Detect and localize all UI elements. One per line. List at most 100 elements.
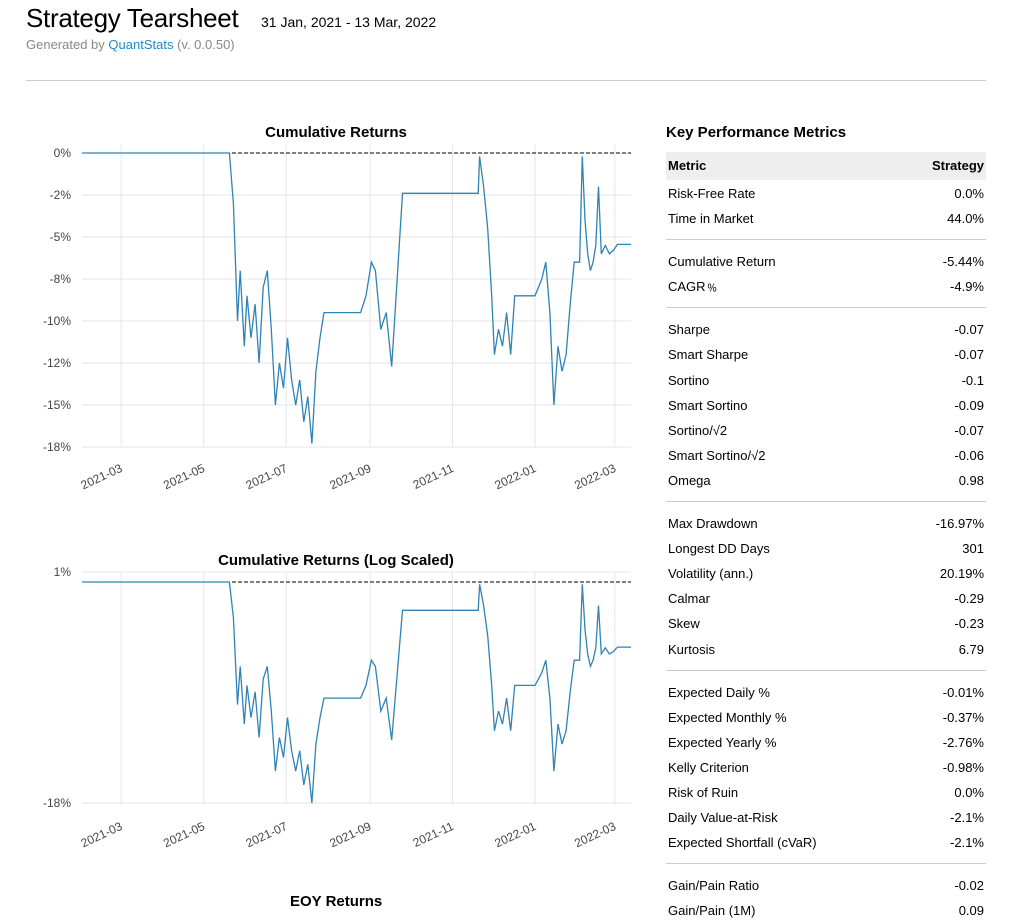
metric-row: Gain/Pain Ratio -0.02 [666, 873, 986, 898]
y-tick-label: -15% [43, 398, 71, 412]
metric-value: -0.06 [954, 447, 984, 463]
x-tick-label: 2022-01 [492, 461, 538, 492]
metric-value: -2.1% [950, 835, 984, 851]
x-tick-label: 2021-03 [79, 819, 125, 850]
metric-label: Gain/Pain Ratio [668, 878, 760, 894]
metric-label: Sharpe [668, 322, 710, 338]
series-line-returns-log [82, 581, 631, 804]
metric-label: Sortino [668, 372, 710, 388]
metric-value: -0.07 [954, 322, 984, 338]
metric-value: -0.98% [942, 759, 984, 775]
metric-row: Expected Monthly % -0.37% [666, 705, 986, 730]
metric-label: Cumulative Return [668, 254, 776, 270]
metric-label: Smart Sortino [668, 397, 748, 413]
metric-row: Expected Shortfall (cVaR) -2.1% [666, 830, 986, 855]
header-divider [26, 80, 986, 81]
metric-row: Time in Market 44.0% [666, 206, 986, 231]
metric-label: Max Drawdown [668, 516, 758, 532]
metric-row: CAGR﹪ -4.9% [666, 274, 986, 299]
y-tick-label: -18% [43, 796, 71, 810]
metric-label: CAGR﹪ [668, 279, 719, 295]
metric-row: Expected Yearly % -2.76% [666, 730, 986, 755]
strategy-column-header: Strategy [931, 158, 984, 173]
metric-column-header: Metric [668, 158, 707, 173]
x-tick-label: 2021-05 [161, 819, 207, 850]
metric-row: Sortino/√2 -0.07 [666, 418, 986, 443]
metric-value: 0.98 [958, 472, 984, 488]
metric-value: -2.1% [950, 810, 984, 826]
metrics-body: Risk-Free Rate 0.0% Time in Market 44.0% Cum… [666, 180, 986, 923]
y-tick-label: -18% [43, 440, 71, 454]
metric-value: -5.44% [942, 254, 984, 270]
x-tick-label: 2022-03 [572, 461, 618, 492]
metric-value: 0.0% [954, 186, 984, 201]
metric-label: Skew [668, 616, 700, 632]
metric-value: -16.97% [935, 516, 984, 532]
metric-row: Gain/Pain (1M) 0.09 [666, 898, 986, 923]
x-tick-label: 2021-05 [161, 461, 207, 492]
y-tick-label: 1% [54, 565, 72, 579]
y-tick-label: -12% [43, 356, 71, 370]
metric-row: Calmar -0.29 [666, 586, 986, 611]
metric-row: Risk-Free Rate 0.0% [666, 181, 986, 206]
metric-value: -0.29 [954, 591, 984, 607]
series-line-returns [82, 152, 631, 444]
metrics-group-divider [666, 863, 986, 865]
metric-row: Daily Value-at-Risk -2.1% [666, 805, 986, 830]
quantstats-link[interactable]: QuantStats [108, 37, 173, 52]
metric-label: Kelly Criterion [668, 759, 749, 775]
x-tick-label: 2021-11 [411, 819, 456, 850]
metric-row: Smart Sharpe -0.07 [666, 342, 986, 367]
metric-row: Smart Sortino -0.09 [666, 393, 986, 418]
metric-value: -0.23 [954, 616, 984, 632]
metric-row: Expected Daily % -0.01% [666, 680, 986, 705]
metric-value: 6.79 [958, 641, 984, 657]
x-tick-label: 2021-03 [79, 461, 125, 492]
metric-row: Smart Sortino/√2 -0.06 [666, 443, 986, 468]
metric-label: Risk-Free Rate [668, 186, 756, 201]
metric-value: -2.76% [942, 734, 984, 750]
x-tick-label: 2022-03 [572, 819, 618, 850]
metrics-group-divider [666, 501, 986, 503]
metric-value: -0.37% [942, 709, 984, 725]
metric-label: Daily Value-at-Risk [668, 810, 778, 826]
key-metrics-panel: Key Performance Metrics Metric Strategy … [666, 120, 986, 923]
metric-row: Cumulative Return -5.44% [666, 249, 986, 274]
cumulative-returns-chart: Cumulative Returns 0% -2% -5% -8% -10% -12% -1… [43, 124, 631, 492]
metric-label: Longest DD Days [668, 541, 770, 557]
y-tick-label: -2% [50, 188, 72, 202]
y-tick-label: -5% [50, 230, 72, 244]
y-tick-label: 0% [54, 146, 72, 160]
generated-version: (v. 0.0.50) [177, 37, 235, 52]
metric-row: Sortino -0.1 [666, 368, 986, 393]
metric-value: -0.07 [954, 347, 984, 363]
metric-row: Longest DD Days 301 [666, 536, 986, 561]
x-tick-label: 2021-11 [411, 461, 456, 492]
metric-value: 0.09 [958, 903, 984, 919]
metric-label: Kurtosis [668, 641, 715, 657]
metrics-group-divider [666, 307, 986, 309]
metric-value: -0.01% [942, 684, 984, 700]
metric-value: 44.0% [947, 211, 984, 227]
metric-label: Time in Market [668, 211, 754, 227]
metrics-group-divider [666, 669, 986, 671]
metric-label: Calmar [668, 591, 710, 607]
metric-value: -0.1 [961, 372, 984, 388]
metrics-header-row: Metric Strategy [666, 152, 986, 180]
y-tick-label: -8% [50, 272, 72, 286]
metric-value: -4.9% [950, 279, 984, 295]
metric-row: Volatility (ann.) 20.19% [666, 561, 986, 586]
date-range: 31 Jan, 2021 - 13 Mar, 2022 [261, 14, 437, 30]
cumulative-returns-log-chart: Cumulative Returns (Log Scaled) 1% -18% 2… [43, 552, 631, 850]
metric-row: Kurtosis 6.79 [666, 637, 986, 662]
metric-value: -0.02 [954, 878, 984, 894]
metric-label: Volatility (ann.) [668, 566, 754, 582]
metric-label: Expected Yearly % [668, 734, 777, 750]
metric-row: Kelly Criterion -0.98% [666, 755, 986, 780]
metric-label: Gain/Pain (1M) [668, 903, 756, 919]
metric-label: Sortino/√2 [668, 422, 728, 438]
metric-row: Risk of Ruin 0.0% [666, 780, 986, 805]
metric-value: -0.09 [954, 397, 984, 413]
generated-by: Generated by QuantStats (v. 0.0.50) [26, 37, 235, 52]
generated-prefix: Generated by [26, 37, 105, 52]
